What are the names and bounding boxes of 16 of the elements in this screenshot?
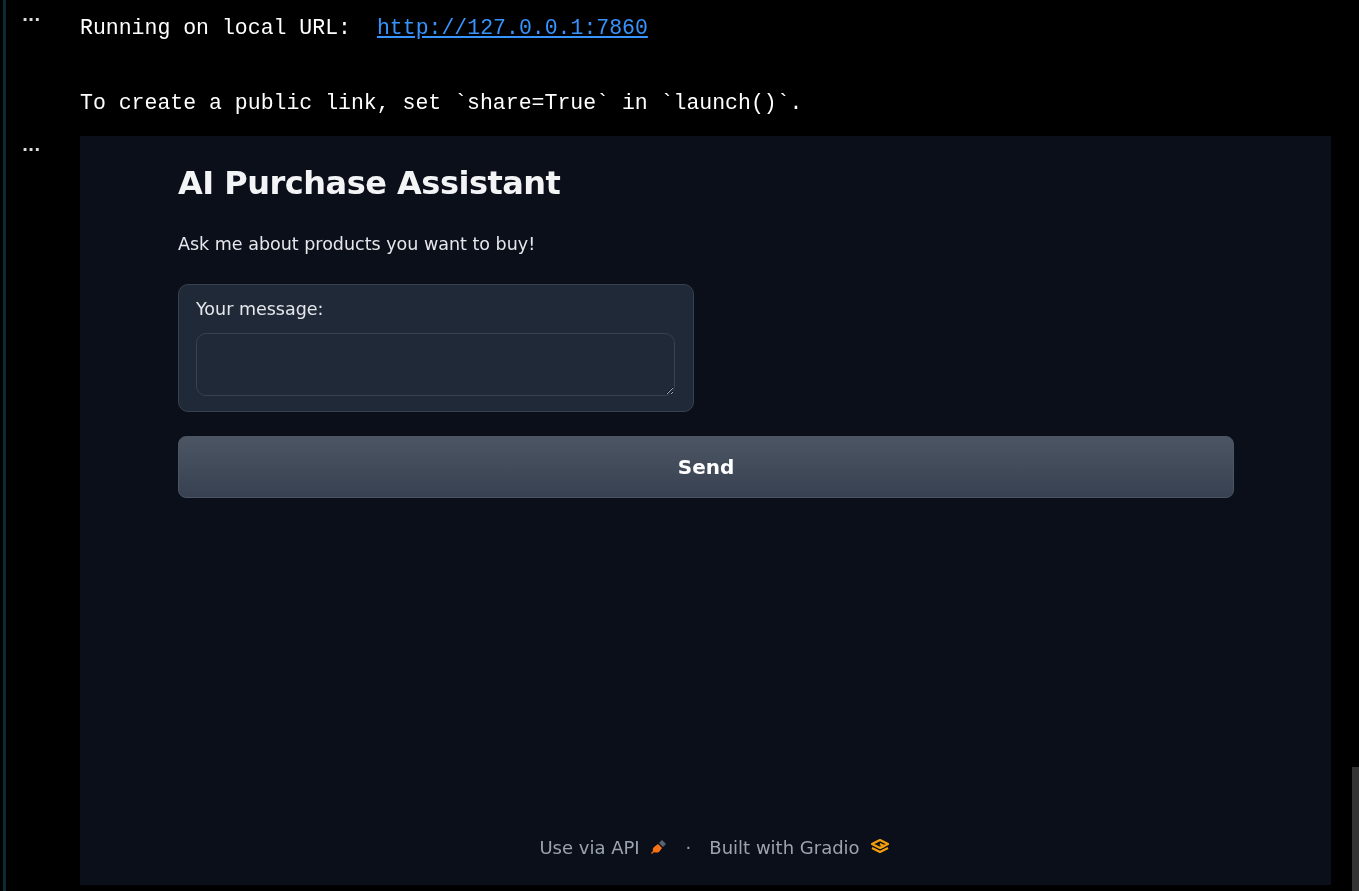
textbox-label: Your message: — [196, 299, 325, 319]
gradio-link[interactable]: Built with Gradio — [709, 836, 860, 858]
scrollbar-thumb[interactable] — [1352, 767, 1359, 891]
plug-icon — [649, 838, 668, 856]
api-link[interactable]: Use via API — [539, 836, 640, 858]
url-link[interactable]: http://127.0.0.1:7860 — [376, 16, 648, 40]
message-input-field[interactable] — [196, 333, 675, 396]
console-text: Running on local URL: — [80, 16, 351, 40]
footer-separator: · — [685, 836, 692, 858]
app-description: Ask me about products you want to buy! — [178, 234, 537, 254]
layers-logo-icon — [869, 838, 890, 856]
cell-menu-dots[interactable]: ··· — [22, 6, 80, 136]
cell-menu-dots[interactable]: ··· — [22, 136, 80, 885]
send-button[interactable]: Send — [178, 436, 1234, 498]
console-text: To create a public link, set `share=True` in `launch()`. — [80, 91, 803, 115]
app-title: AI Purchase Assistant — [178, 164, 562, 202]
